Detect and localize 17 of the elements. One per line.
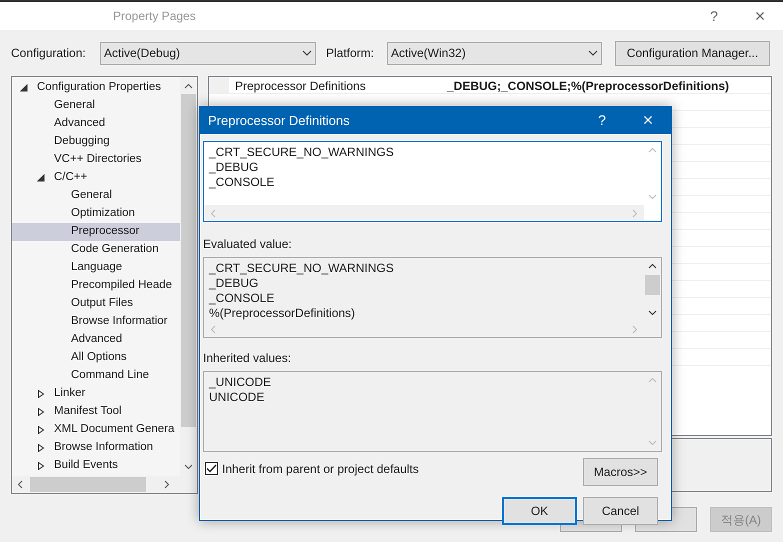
window-title: Property Pages xyxy=(113,8,196,25)
definition-line: _DEBUG xyxy=(209,160,260,175)
inherited-line: _UNICODE xyxy=(209,375,272,390)
configuration-label: Configuration: xyxy=(11,45,87,62)
platform-label: Platform: xyxy=(326,45,376,62)
evaluated-value-label: Evaluated value: xyxy=(203,236,293,253)
evaluated-line: %(PreprocessorDefinitions) xyxy=(209,306,356,321)
property-name: Preprocessor Definitions xyxy=(234,78,367,93)
evaluated-line: _CRT_SECURE_NO_WARNINGS xyxy=(209,261,395,276)
definition-line: _CRT_SECURE_NO_WARNINGS xyxy=(209,145,395,160)
definition-line: _CONSOLE xyxy=(209,175,276,190)
property-value: _DEBUG;_CONSOLE;%(PreprocessorDefinitions) xyxy=(447,78,730,93)
evaluated-line: _DEBUG xyxy=(209,276,260,291)
dialog-title: Preprocessor Definitions xyxy=(208,112,350,130)
inherited-line: UNICODE xyxy=(209,390,266,405)
inherited-values-label: Inherited values: xyxy=(203,350,292,367)
evaluated-line: _CONSOLE xyxy=(209,291,276,306)
